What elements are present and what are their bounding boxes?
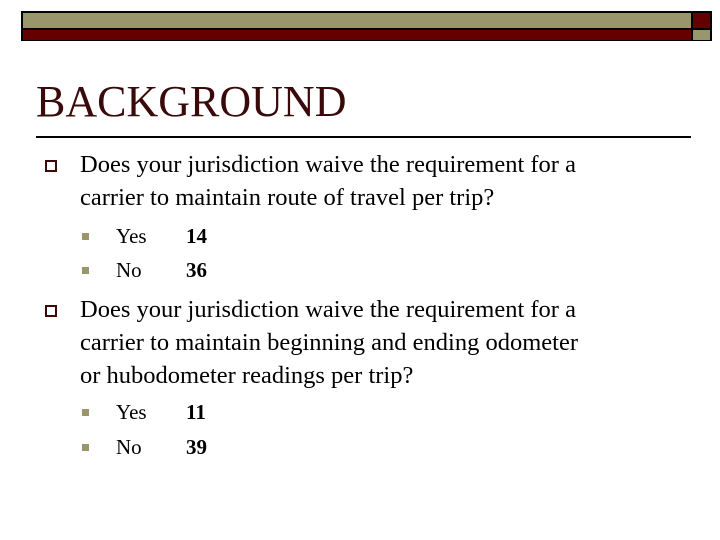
question-text: Does your jurisdiction waive the require… bbox=[80, 293, 680, 392]
title-divider bbox=[36, 136, 691, 138]
header-olive-band bbox=[23, 13, 691, 28]
filled-square-bullet-icon bbox=[82, 444, 89, 451]
answer-value: 36 bbox=[186, 258, 207, 282]
answer-label: Yes bbox=[116, 400, 147, 424]
header-dark-red-band bbox=[23, 30, 691, 40]
answer-value: 14 bbox=[186, 224, 207, 248]
question-line: carrier to maintain route of travel per … bbox=[80, 184, 495, 211]
header-corner-square-red bbox=[693, 13, 710, 28]
slide-title: BACKGROUND bbox=[36, 77, 347, 126]
hollow-square-bullet-icon bbox=[45, 160, 57, 172]
question-text: Does your jurisdiction waive the require… bbox=[80, 148, 680, 214]
answer-value: 11 bbox=[186, 400, 206, 424]
question-line: Does your jurisdiction waive the require… bbox=[80, 151, 576, 178]
hollow-square-bullet-icon bbox=[45, 305, 57, 317]
filled-square-bullet-icon bbox=[82, 267, 89, 274]
answer-value: 39 bbox=[186, 435, 207, 459]
filled-square-bullet-icon bbox=[82, 409, 89, 416]
answer-label: Yes bbox=[116, 224, 147, 248]
filled-square-bullet-icon bbox=[82, 233, 89, 240]
header-decoration-bar bbox=[21, 11, 712, 41]
header-corner-square-olive bbox=[693, 30, 710, 40]
question-line: or hubodometer readings per trip? bbox=[80, 362, 414, 389]
answer-label: No bbox=[116, 258, 142, 282]
answer-label: No bbox=[116, 435, 142, 459]
question-line: carrier to maintain beginning and ending… bbox=[80, 329, 579, 356]
question-line: Does your jurisdiction waive the require… bbox=[80, 296, 576, 323]
